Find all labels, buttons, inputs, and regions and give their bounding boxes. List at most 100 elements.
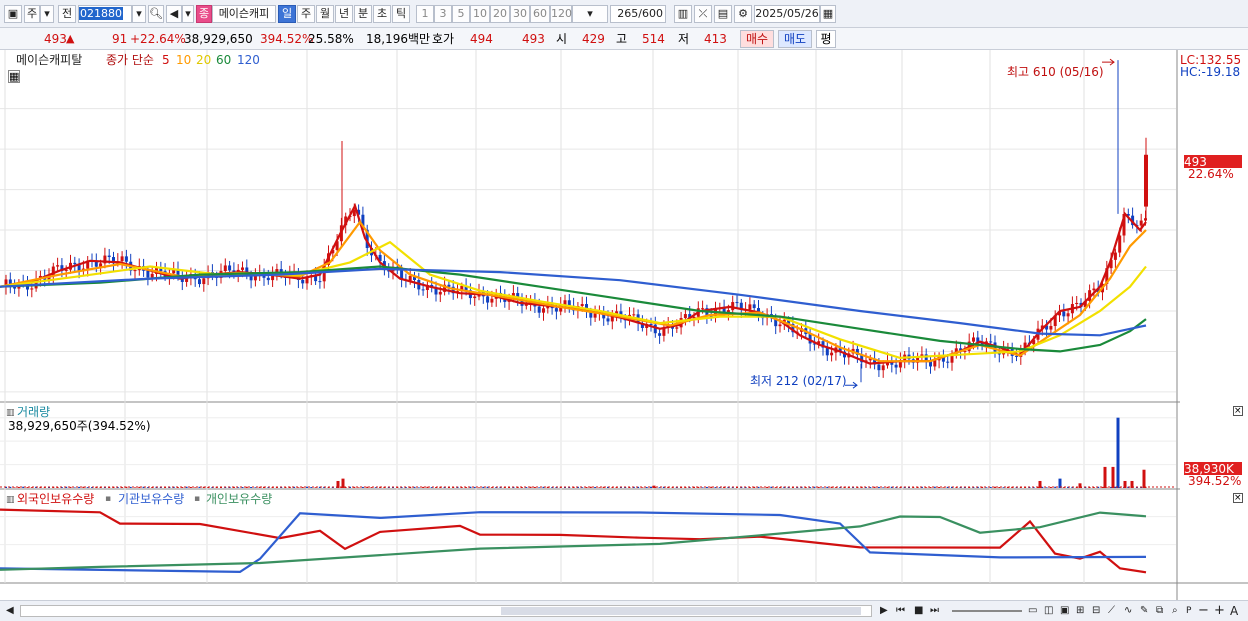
ma20-legend: 20 [196, 53, 212, 67]
open-label: 시 [556, 32, 568, 46]
rewind-icon[interactable]: ⏮ [896, 604, 905, 618]
interval-button-6[interactable]: 60 [530, 5, 550, 23]
open-price: 429 [582, 32, 605, 46]
interval-button-5[interactable]: 30 [510, 5, 530, 23]
price-candle [241, 267, 244, 270]
count-dropdown[interactable]: ▾ [572, 5, 608, 23]
window-icon[interactable]: ▣ [4, 5, 22, 23]
low-label: 저 [678, 32, 690, 46]
split-icon[interactable]: ◫ [1044, 604, 1053, 618]
volume-bar [589, 486, 592, 488]
count-field[interactable]: 265/600 [610, 5, 666, 23]
interval-button-1[interactable]: 3 [434, 5, 452, 23]
sell-button[interactable]: 매도 [778, 30, 812, 48]
scrollbar-track[interactable] [20, 605, 872, 617]
stock-code-input[interactable]: 021880 [78, 5, 132, 23]
chart-area[interactable]: 메이슨캐피탈 종가 단순 5 10 20 60 120 ▦ LC:132.55 … [0, 50, 1248, 600]
scrollbar-thumb[interactable] [501, 607, 861, 615]
trend-icon[interactable]: ⟋ [1108, 604, 1115, 618]
candle-icon[interactable]: ▥ [674, 5, 692, 23]
prefix-button[interactable]: 전 [58, 5, 76, 23]
eval-button[interactable]: 평 [816, 30, 836, 48]
ma5-legend: 5 [162, 53, 170, 67]
price-candle [266, 277, 270, 281]
date-field[interactable]: 2025/05/26 [754, 5, 820, 23]
speaker-dropdown-icon[interactable]: ▾ [182, 5, 194, 23]
market-dropdown-icon[interactable]: ▾ [40, 5, 54, 23]
indicator-icon[interactable]: ⊞ [1076, 604, 1084, 618]
scroll-right-icon[interactable]: ▶ [880, 604, 888, 618]
scroll-left-icon[interactable]: ◀ [6, 604, 14, 618]
price-candle [198, 279, 201, 285]
chart-toolbar: ▣ 주 ▾ 전 021880 ▾ 🔍︎ ◀ ▾ 종 메이슨캐피 일주월년분초틱 … [0, 0, 1248, 28]
stock-name-field: 메이슨캐피 [212, 5, 276, 23]
fast-forward-icon[interactable]: ⏭ [930, 604, 939, 618]
gear-icon[interactable]: ⚙ [734, 5, 752, 23]
high-price: 514 [642, 32, 665, 46]
volume-bar [245, 486, 248, 488]
period-tab-5[interactable]: 초 [373, 5, 391, 23]
zoom-in-icon[interactable]: + [1214, 604, 1225, 618]
overlay-icon[interactable]: ▣ [1060, 604, 1069, 618]
period-tab-3[interactable]: 년 [335, 5, 353, 23]
calendar-icon[interactable]: ▦ [820, 5, 836, 23]
compare-icon[interactable]: ⤫ [694, 5, 712, 23]
save-icon[interactable]: ▤ [714, 5, 732, 23]
price-candle [632, 314, 636, 316]
layout-icon[interactable]: ▭ [1028, 604, 1037, 618]
interval-button-0[interactable]: 1 [416, 5, 434, 23]
draw-icon[interactable]: ✎ [1140, 604, 1148, 618]
interval-button-3[interactable]: 10 [470, 5, 490, 23]
ma10-legend: 10 [176, 53, 192, 67]
date-value: 2025/05/26 [755, 7, 819, 20]
scale-icon[interactable]: P [1186, 604, 1191, 618]
zoom-out-icon[interactable]: − [1198, 604, 1209, 618]
font-size-icon[interactable]: A [1230, 604, 1238, 618]
price-candle [490, 298, 494, 303]
price-candle [748, 304, 752, 310]
period-tab-6[interactable]: 틱 [392, 5, 410, 23]
speaker-icon[interactable]: ◀ [166, 5, 182, 23]
volume-close-icon[interactable]: × [1233, 406, 1243, 416]
volume-bar [78, 486, 81, 488]
search-icon[interactable]: 🔍︎ [148, 5, 164, 23]
search-zoom-icon[interactable]: ⌕ [1172, 604, 1178, 618]
price-candle [73, 262, 77, 265]
price-candle [735, 302, 739, 304]
prefix-label: 전 [61, 7, 73, 20]
volume-bar [705, 486, 708, 488]
holding-close-icon[interactable]: × [1233, 493, 1243, 503]
price-candle [1075, 302, 1079, 305]
price-candle [653, 324, 657, 334]
grid-icon[interactable]: ⊟ [1092, 604, 1100, 618]
period-tab-2[interactable]: 월 [316, 5, 334, 23]
period-tab-0[interactable]: 일 [278, 5, 296, 23]
period-tab-1[interactable]: 주 [297, 5, 315, 23]
clone-icon[interactable]: ⧉ [1156, 604, 1163, 618]
wave-icon[interactable]: ∿ [1124, 604, 1132, 618]
price-candle [473, 296, 477, 299]
volume-bar [710, 486, 713, 488]
last-price-pct: 22.64% [1188, 167, 1234, 181]
period-tab-4[interactable]: 분 [354, 5, 372, 23]
ma120-legend: 120 [237, 53, 260, 67]
interval-button-2[interactable]: 5 [452, 5, 470, 23]
price-candle [202, 278, 206, 285]
market-select[interactable]: 주 [24, 5, 40, 23]
volume-bar [250, 486, 253, 488]
interval-button-4[interactable]: 20 [490, 5, 510, 23]
stop-icon[interactable]: ■ [914, 604, 923, 618]
price-candle [554, 308, 558, 312]
volume-spike-bar [1111, 466, 1115, 488]
price-candle [933, 360, 937, 367]
high-annotation: 최고 610 (05/16) [1007, 65, 1104, 79]
count-total: /600 [638, 7, 663, 20]
hc-value: HC:-19.18 [1180, 65, 1241, 79]
interval-button-7[interactable]: 120 [550, 5, 572, 23]
price-candle [486, 296, 490, 303]
table-icon[interactable]: ▦ [8, 70, 21, 83]
volume-bar [822, 487, 824, 488]
zoom-slider[interactable] [952, 610, 1022, 612]
buy-button[interactable]: 매수 [740, 30, 774, 48]
code-dropdown-icon[interactable]: ▾ [132, 5, 146, 23]
